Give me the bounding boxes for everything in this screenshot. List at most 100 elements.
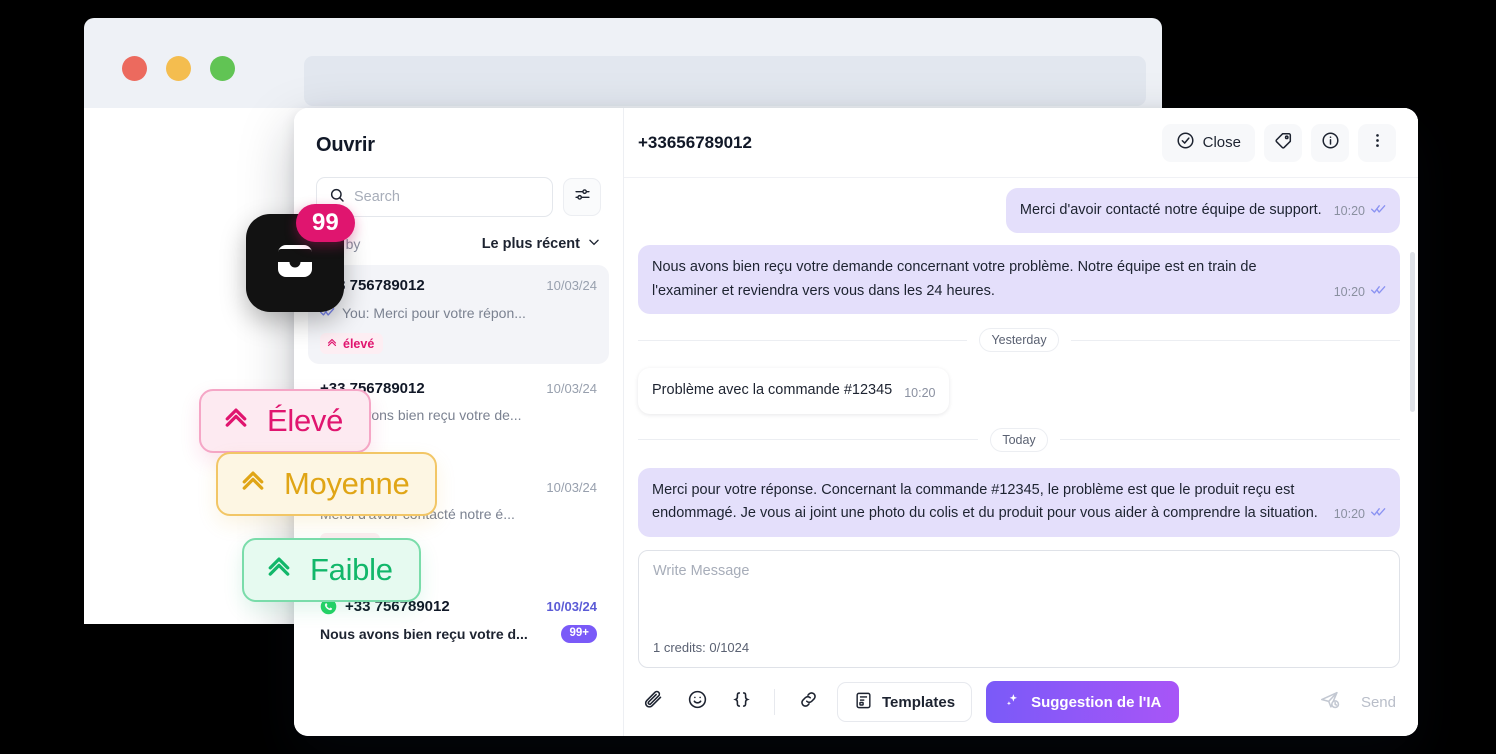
chevron-down-icon <box>587 235 601 253</box>
sliders-filter-icon <box>574 186 591 208</box>
message-bubble: Problème avec la commande #12345 10:20 <box>638 368 950 414</box>
window-traffic-lights <box>122 56 235 81</box>
priority-card-label: Élevé <box>267 403 344 438</box>
templates-button[interactable]: Templates <box>837 682 973 722</box>
priority-card-medium: Moyenne <box>216 452 438 516</box>
message-bubble: Merci d'avoir contacté notre équipe de s… <box>1005 188 1400 234</box>
minimize-window-button[interactable] <box>166 56 191 81</box>
tag-button[interactable] <box>1264 123 1302 162</box>
insert-link-button[interactable] <box>793 687 823 717</box>
priority-card-label: Faible <box>310 552 393 587</box>
close-conversation-label: Close <box>1202 134 1241 151</box>
conversation-preview-line: You: Merci pour votre répon... <box>320 304 597 322</box>
send-zone: Send <box>1315 687 1396 717</box>
send-button[interactable]: Send <box>1361 694 1396 711</box>
more-vertical-icon <box>1368 131 1387 154</box>
chat-header-actions: Close <box>1161 123 1396 162</box>
composer-area: Write Message 1 credits: 0/1024 <box>624 550 1418 668</box>
chat-peer-name: +33656789012 <box>638 132 752 152</box>
conversation-preview: You: Merci pour votre répon... <box>342 305 526 321</box>
curly-braces-icon <box>731 689 752 715</box>
conversations-title: Ouvrir <box>316 134 375 156</box>
list-item[interactable]: +33 756789012 10/03/24 You: Merci pour v… <box>308 265 609 364</box>
chat-panel: +33656789012 Close Merci d'avoir contact… <box>624 108 1418 736</box>
info-button[interactable] <box>1311 123 1349 162</box>
double-check-icon <box>1371 199 1386 222</box>
date-divider: Yesterday <box>638 328 1401 353</box>
sort-dropdown[interactable]: Le plus récent <box>482 235 601 253</box>
toolbar-divider <box>774 689 775 715</box>
info-circle-icon <box>1321 131 1340 154</box>
more-options-button[interactable] <box>1358 123 1396 162</box>
message-row: Merci pour votre réponse. Concernant la … <box>638 467 1400 537</box>
message-row: Nous avons bien reçu votre demande conce… <box>638 245 1400 315</box>
sparkles-icon <box>1004 691 1022 713</box>
unread-count-badge: 99+ <box>561 625 597 643</box>
ai-suggestion-button[interactable]: Suggestion de l'IA <box>986 681 1180 723</box>
sort-value-label: Le plus récent <box>481 236 580 252</box>
chat-scrollbar[interactable] <box>1410 252 1415 412</box>
status-badge: élevé <box>320 333 384 354</box>
message-time: 10:20 <box>1333 203 1365 218</box>
message-text: Nous avons bien reçu votre demande conce… <box>652 259 1257 299</box>
message-time: 10:20 <box>1333 507 1365 522</box>
priority-card-low: Faible <box>242 538 421 602</box>
maximize-window-button[interactable] <box>210 56 235 81</box>
date-divider: Today <box>638 427 1401 452</box>
message-bubble: Merci pour votre réponse. Concernant la … <box>638 467 1400 537</box>
chat-header: +33656789012 Close <box>624 108 1418 178</box>
chevrons-up-icon <box>238 465 268 503</box>
filter-button[interactable] <box>563 178 601 216</box>
priority-label: élevé <box>343 336 375 351</box>
schedule-send-button[interactable] <box>1315 687 1345 717</box>
divider-line-right <box>1070 339 1401 341</box>
message-time: 10:20 <box>1333 284 1365 299</box>
variables-button[interactable] <box>726 687 756 717</box>
conversation-preview: Nous avons bien reçu votre d... <box>320 625 528 642</box>
paperclip-icon <box>643 689 664 715</box>
screenshot-stage: Ouvrir Search by Le plus récent +33 7567… <box>0 0 1496 754</box>
credits-counter: 1 credits: 0/1024 <box>653 640 750 655</box>
message-row: Problème avec la commande #12345 10:20 <box>638 368 1400 414</box>
tag-icon <box>1274 131 1293 154</box>
attach-file-button[interactable] <box>638 687 668 717</box>
check-circle-icon <box>1176 131 1195 154</box>
template-document-icon <box>854 691 873 714</box>
message-text: Merci pour votre réponse. Concernant la … <box>652 481 1318 522</box>
divider-line-right <box>1059 439 1401 441</box>
close-window-button[interactable] <box>122 56 147 81</box>
inbox-app-window: Ouvrir Search by Le plus récent +33 7567… <box>294 108 1418 736</box>
divider-label: Today <box>990 427 1048 452</box>
message-meta: 10:20 <box>904 383 935 403</box>
browser-chrome <box>84 18 1162 108</box>
message-time: 10:20 <box>904 385 936 400</box>
message-input[interactable]: Write Message 1 credits: 0/1024 <box>638 550 1400 668</box>
priority-card-label: Moyenne <box>284 466 410 501</box>
message-input-placeholder: Write Message <box>653 563 750 579</box>
message-meta: 10:20 <box>1334 502 1386 525</box>
message-thread[interactable]: Merci d'avoir contacté notre équipe de s… <box>624 178 1418 550</box>
emoji-picker-button[interactable] <box>682 687 712 717</box>
divider-line-left <box>638 339 968 341</box>
browser-url-bar[interactable] <box>304 56 1146 106</box>
conversation-date: 10/03/24 <box>546 381 597 396</box>
search-input[interactable]: Search <box>316 177 553 217</box>
inbox-unread-badge: 99 <box>296 204 355 242</box>
message-text: Problème avec la commande #12345 <box>652 382 893 399</box>
close-conversation-button[interactable]: Close <box>1161 123 1255 162</box>
message-meta: 10:20 <box>1334 280 1386 303</box>
link-icon <box>798 689 819 715</box>
templates-label: Templates <box>882 693 956 711</box>
inbox-app-icon <box>271 237 319 290</box>
double-check-icon <box>1371 280 1386 303</box>
message-bubble: Nous avons bien reçu votre demande conce… <box>638 245 1400 315</box>
chevrons-up-icon <box>326 336 338 351</box>
divider-label: Yesterday <box>979 328 1059 353</box>
message-row: Merci d'avoir contacté notre équipe de s… <box>638 188 1400 234</box>
chevrons-up-icon <box>221 402 251 440</box>
priority-card-high: Élevé <box>199 389 372 453</box>
send-clock-icon <box>1319 689 1341 716</box>
message-text: Merci d'avoir contacté notre équipe de s… <box>1019 202 1322 218</box>
chevrons-up-icon <box>264 551 294 589</box>
double-check-icon <box>1371 502 1386 525</box>
